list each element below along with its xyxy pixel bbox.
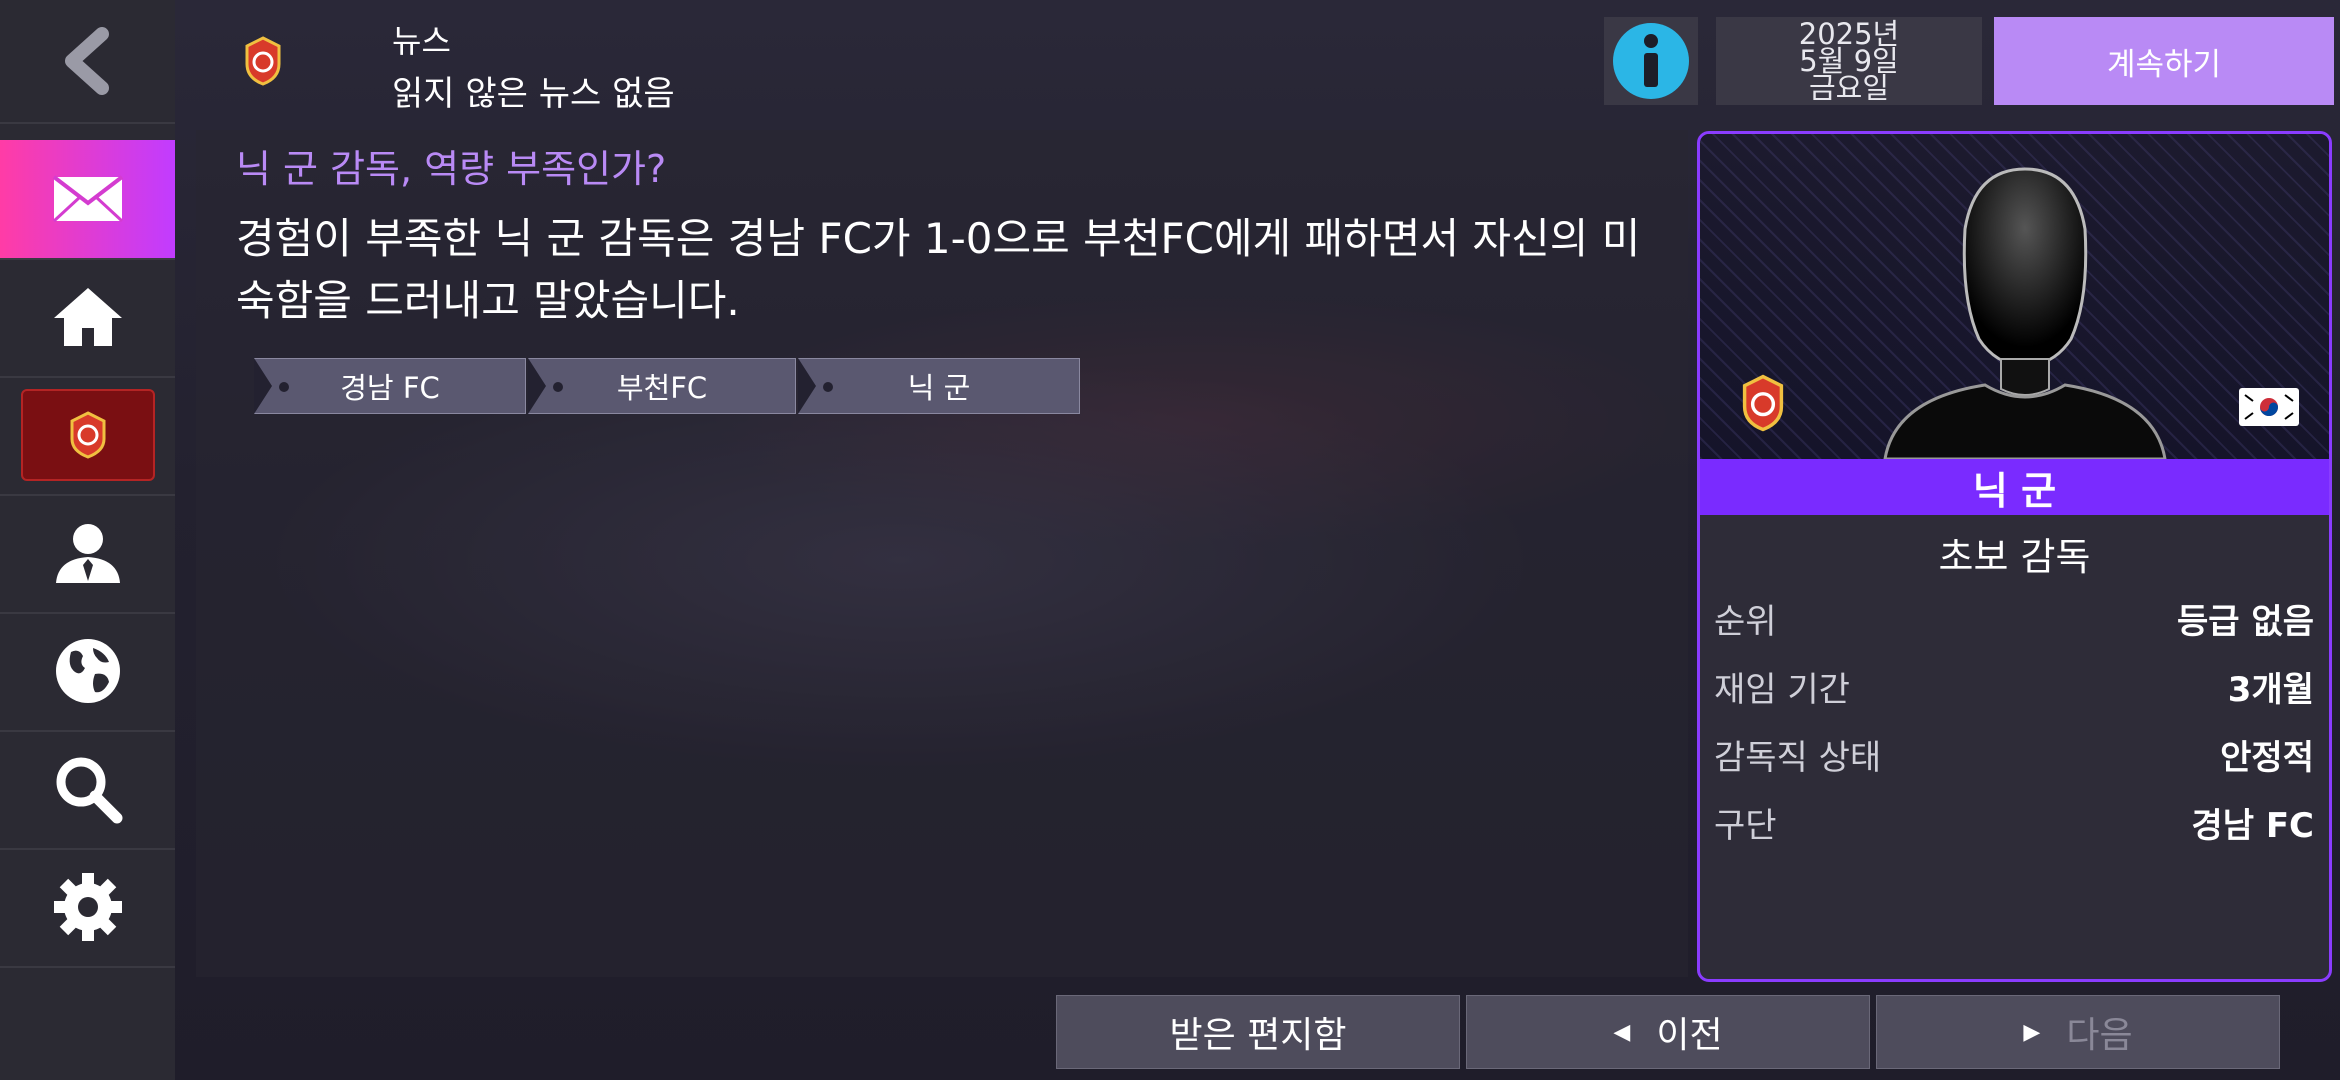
inbox-button[interactable]: 받은 편지함 bbox=[1056, 995, 1460, 1069]
tag-notch bbox=[528, 358, 546, 414]
news-article: 닉 군 감독, 역량 부족인가? 경험이 부족한 닉 군 감독은 경남 FC가 … bbox=[196, 130, 1688, 977]
game-date: 2025년 5월 9일 금요일 bbox=[1716, 17, 1982, 105]
stat-row-job-status: 감독직 상태 안정적 bbox=[1714, 730, 2314, 790]
manager-profile-card[interactable]: 닉 군 초보 감독 순위 등급 없음 재임 기간 3개월 감독직 상태 안정적 … bbox=[1697, 131, 2332, 982]
sidebar-item-club[interactable] bbox=[0, 376, 175, 496]
stat-label: 재임 기간 bbox=[1714, 670, 1850, 710]
club-badge-icon bbox=[245, 36, 281, 86]
tag-dot-icon bbox=[823, 382, 833, 392]
sidebar-item-news[interactable] bbox=[0, 140, 175, 260]
sidebar-item-home[interactable] bbox=[0, 258, 175, 378]
arrow-right-icon: ▶ bbox=[2023, 1019, 2041, 1045]
club-badge-icon bbox=[70, 411, 105, 459]
info-icon bbox=[1613, 23, 1689, 99]
manager-role: 초보 감독 bbox=[1938, 535, 2091, 579]
previous-button[interactable]: ◀ 이전 bbox=[1466, 995, 1870, 1069]
next-label: 다음 bbox=[2066, 1015, 2133, 1056]
manager-name: 닉 군 bbox=[1700, 459, 2329, 515]
next-button[interactable]: ▶ 다음 bbox=[1876, 995, 2280, 1069]
back-arrow-icon bbox=[64, 27, 109, 95]
previous-label: 이전 bbox=[1656, 1015, 1723, 1056]
profile-portrait-area bbox=[1700, 134, 2329, 459]
gear-icon bbox=[53, 873, 122, 941]
stat-row-rank: 순위 등급 없음 bbox=[1714, 594, 2314, 654]
tag-notch bbox=[798, 358, 816, 414]
sidebar bbox=[0, 0, 175, 1080]
stat-value: 등급 없음 bbox=[2177, 602, 2314, 642]
sidebar-item-search[interactable] bbox=[0, 730, 175, 850]
tag-manager[interactable]: 닉 군 bbox=[798, 358, 1080, 414]
globe-icon bbox=[55, 639, 120, 703]
tag-label: 부천FC bbox=[616, 371, 708, 405]
continue-button[interactable]: 계속하기 bbox=[1994, 17, 2334, 105]
inbox-label: 받은 편지함 bbox=[1169, 1015, 1347, 1056]
tag-club-gyeongnam[interactable]: 경남 FC bbox=[254, 358, 526, 414]
stat-label: 순위 bbox=[1714, 602, 1777, 642]
sidebar-item-settings[interactable] bbox=[0, 848, 175, 968]
stat-row-club: 구단 경남 FC bbox=[1714, 798, 2314, 858]
info-button[interactable] bbox=[1604, 17, 1698, 105]
stat-label: 구단 bbox=[1714, 806, 1777, 846]
search-icon bbox=[56, 757, 122, 824]
person-icon bbox=[55, 524, 120, 583]
date-weekday: 금요일 bbox=[1808, 70, 1890, 105]
news-headline: 닉 군 감독, 역량 부족인가? bbox=[236, 147, 667, 191]
tag-label: 닉 군 bbox=[907, 371, 971, 405]
stat-row-tenure: 재임 기간 3개월 bbox=[1714, 662, 2314, 722]
stat-value: 안정적 bbox=[2220, 738, 2314, 778]
page-title: 뉴스 bbox=[392, 22, 451, 60]
arrow-left-icon: ◀ bbox=[1613, 1019, 1631, 1045]
tag-label: 경남 FC bbox=[340, 371, 440, 405]
stat-value: 3개월 bbox=[2227, 670, 2314, 710]
tag-notch bbox=[254, 358, 272, 414]
mail-icon bbox=[52, 175, 123, 223]
sidebar-item-manager[interactable] bbox=[0, 494, 175, 614]
tag-dot-icon bbox=[553, 382, 563, 392]
tag-club-bucheon[interactable]: 부천FC bbox=[528, 358, 796, 414]
back-button[interactable] bbox=[0, 0, 175, 124]
flag-south-korea-icon bbox=[2239, 388, 2299, 426]
page-subtitle: 읽지 않은 뉴스 없음 bbox=[392, 74, 675, 114]
stat-label: 감독직 상태 bbox=[1714, 738, 1882, 778]
club-badge-icon bbox=[1742, 374, 1784, 432]
news-body: 경험이 부족한 닉 군 감독은 경남 FC가 1-0으로 부천FC에게 패하면서… bbox=[236, 214, 1641, 325]
tag-dot-icon bbox=[279, 382, 289, 392]
stat-value: 경남 FC bbox=[2191, 806, 2314, 846]
sidebar-item-world[interactable] bbox=[0, 612, 175, 732]
manager-silhouette bbox=[1883, 167, 2167, 459]
club-badge-button[interactable] bbox=[20, 389, 155, 481]
home-icon bbox=[53, 288, 122, 346]
